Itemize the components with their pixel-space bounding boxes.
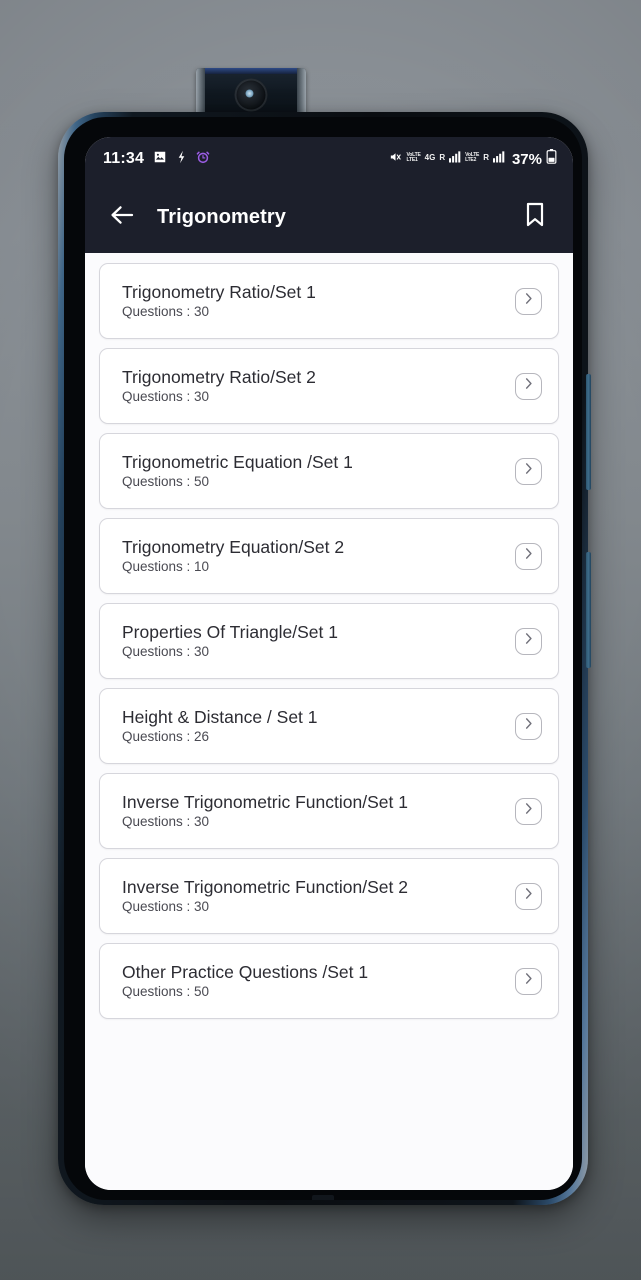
camera-lens-icon	[234, 78, 268, 112]
phone-device: 11:34 VoLTE LTE1 4G R VoLTE LTE2 R 37% T…	[58, 60, 591, 1205]
chevron-right-icon	[522, 972, 535, 990]
open-set-button[interactable]	[515, 287, 542, 315]
bookmark-button[interactable]	[521, 202, 549, 232]
chevron-right-icon	[522, 887, 535, 905]
phone-frame: 11:34 VoLTE LTE1 4G R VoLTE LTE2 R 37% T…	[58, 112, 591, 1205]
volte-lte1-icon: VoLTE LTE1	[406, 152, 421, 163]
page-title: Trigonometry	[157, 205, 286, 228]
photo-icon	[153, 150, 167, 169]
open-set-button[interactable]	[515, 542, 542, 570]
list-item-title: Trigonometry Ratio/Set 2	[122, 366, 316, 387]
status-bar: 11:34 VoLTE LTE1 4G R VoLTE LTE2 R 37%	[85, 137, 573, 181]
list-item-title: Inverse Trigonometric Function/Set 2	[122, 876, 408, 897]
open-set-button[interactable]	[515, 712, 542, 740]
list-item[interactable]: Other Practice Questions /Set 1 Questions…	[99, 943, 559, 1019]
list-item-text: Properties Of Triangle/Set 1 Questions : …	[122, 622, 515, 660]
phone-bezel: 11:34 VoLTE LTE1 4G R VoLTE LTE2 R 37% T…	[64, 117, 582, 1200]
chevron-right-icon	[522, 802, 535, 820]
list-item-text: Trigonometry Equation/Set 2 Questions : 1…	[122, 537, 515, 575]
chevron-right-icon	[522, 632, 535, 650]
signal-bars-1-icon	[449, 150, 461, 168]
list-item-question-count: Questions : 30	[122, 388, 210, 404]
status-time: 11:34	[103, 150, 145, 167]
list-item-text: Inverse Trigonometric Function/Set 1 Ques…	[122, 792, 515, 830]
list-item-text: Trigonometric Equation /Set 1 Questions :…	[122, 452, 515, 490]
content-scroll-area[interactable]: Trigonometry Ratio/Set 1 Questions : 30 Tr…	[85, 253, 573, 1190]
list-item-title: Inverse Trigonometric Function/Set 1	[122, 791, 408, 812]
camera-accent-strip	[205, 68, 297, 74]
list-item-question-count: Questions : 10	[122, 558, 210, 574]
list-item-question-count: Questions : 50	[122, 473, 210, 489]
list-item-question-count: Questions : 30	[122, 813, 210, 829]
list-item-title: Trigonometric Equation /Set 1	[122, 451, 353, 472]
list-item-question-count: Questions : 50	[122, 983, 210, 999]
open-set-button[interactable]	[515, 797, 542, 825]
list-item-title: Other Practice Questions /Set 1	[122, 961, 369, 982]
list-item[interactable]: Inverse Trigonometric Function/Set 1 Ques…	[99, 773, 559, 849]
roaming-indicator-2: R	[483, 152, 489, 162]
volume-button[interactable]	[586, 374, 591, 490]
volte-lte2-icon: VoLTE LTE2	[465, 152, 480, 163]
list-item-text: Trigonometry Ratio/Set 1 Questions : 30	[122, 282, 515, 320]
list-item-text: Trigonometry Ratio/Set 2 Questions : 30	[122, 367, 515, 405]
list-item-title: Trigonometry Ratio/Set 1	[122, 281, 316, 302]
battery-icon	[546, 149, 557, 169]
mute-icon	[388, 150, 403, 169]
list-item[interactable]: Trigonometry Equation/Set 2 Questions : 1…	[99, 518, 559, 594]
practice-set-list: Trigonometry Ratio/Set 1 Questions : 30 Tr…	[85, 263, 573, 1019]
list-item-text: Height & Distance / Set 1 Questions : 26	[122, 707, 515, 745]
list-item-title: Trigonometry Equation/Set 2	[122, 536, 345, 557]
list-item[interactable]: Height & Distance / Set 1 Questions : 26	[99, 688, 559, 764]
network-4g-icon: 4G	[424, 152, 436, 162]
list-item-question-count: Questions : 30	[122, 898, 210, 914]
bookmark-icon	[525, 202, 545, 232]
app-bar: Trigonometry	[85, 181, 573, 253]
bolt-icon	[176, 150, 187, 169]
list-item[interactable]: Trigonometric Equation /Set 1 Questions :…	[99, 433, 559, 509]
list-item[interactable]: Trigonometry Ratio/Set 2 Questions : 30	[99, 348, 559, 424]
status-bar-left: 11:34	[103, 150, 210, 169]
status-bar-right: VoLTE LTE1 4G R VoLTE LTE2 R 37%	[388, 149, 557, 169]
open-set-button[interactable]	[515, 372, 542, 400]
bottom-speaker-slit	[312, 1195, 334, 1200]
alarm-icon	[196, 150, 210, 169]
list-item-question-count: Questions : 30	[122, 643, 210, 659]
list-item-title: Height & Distance / Set 1	[122, 706, 318, 727]
chevron-right-icon	[522, 717, 535, 735]
list-item[interactable]: Trigonometry Ratio/Set 1 Questions : 30	[99, 263, 559, 339]
chevron-right-icon	[522, 292, 535, 310]
roaming-indicator-1: R	[439, 152, 446, 162]
battery-percent-label: 37%	[511, 150, 542, 168]
list-item[interactable]: Inverse Trigonometric Function/Set 2 Ques…	[99, 858, 559, 934]
power-button[interactable]	[586, 552, 591, 668]
open-set-button[interactable]	[515, 627, 542, 655]
list-item-title: Properties Of Triangle/Set 1	[122, 621, 338, 642]
chevron-right-icon	[522, 377, 535, 395]
back-button[interactable]	[107, 202, 137, 232]
chevron-right-icon	[522, 547, 535, 565]
open-set-button[interactable]	[515, 967, 542, 995]
list-item-text: Inverse Trigonometric Function/Set 2 Ques…	[122, 877, 515, 915]
list-item-text: Other Practice Questions /Set 1 Questions…	[122, 962, 515, 1000]
list-item-question-count: Questions : 26	[122, 728, 210, 744]
signal-bars-2-icon	[492, 150, 505, 168]
open-set-button[interactable]	[515, 457, 542, 485]
phone-screen: 11:34 VoLTE LTE1 4G R VoLTE LTE2 R 37% T…	[85, 137, 573, 1190]
list-item-question-count: Questions : 30	[122, 303, 210, 319]
list-item[interactable]: Properties Of Triangle/Set 1 Questions : …	[99, 603, 559, 679]
chevron-right-icon	[522, 462, 535, 480]
open-set-button[interactable]	[515, 882, 542, 910]
arrow-left-icon	[110, 205, 134, 230]
